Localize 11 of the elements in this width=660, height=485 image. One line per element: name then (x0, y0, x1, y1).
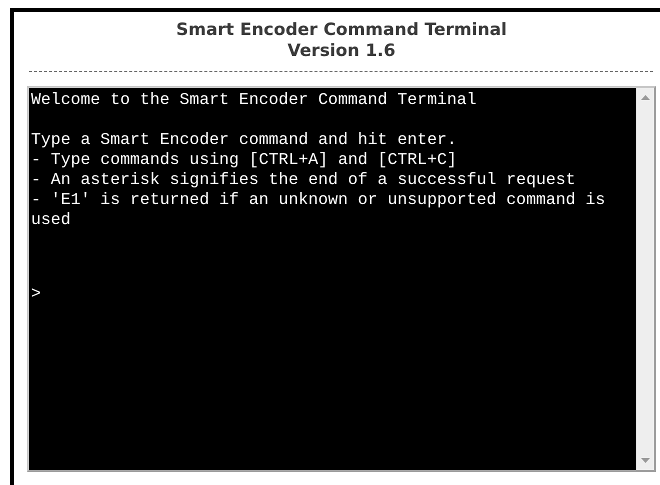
terminal-line: Welcome to the Smart Encoder Command Terminal (31, 90, 478, 110)
scroll-down-icon[interactable] (641, 458, 650, 464)
version-label: Version 1.6 (286, 41, 396, 62)
scrollbar[interactable] (636, 88, 654, 470)
terminal-line: - Type commands using [CTRL+A] and [CTRL+C] (31, 150, 458, 170)
scroll-up-icon[interactable] (641, 94, 650, 100)
terminal-line: Type a Smart Encoder command and hit enter. (31, 130, 458, 150)
page-title: Smart Encoder Command Terminal (175, 20, 508, 41)
terminal-line: - 'E1' is returned if an unknown or unsupported command is used (31, 190, 606, 230)
terminal-line: - An asterisk signifies the end of a successful request (31, 170, 577, 190)
command-prompt[interactable]: > (31, 284, 41, 304)
